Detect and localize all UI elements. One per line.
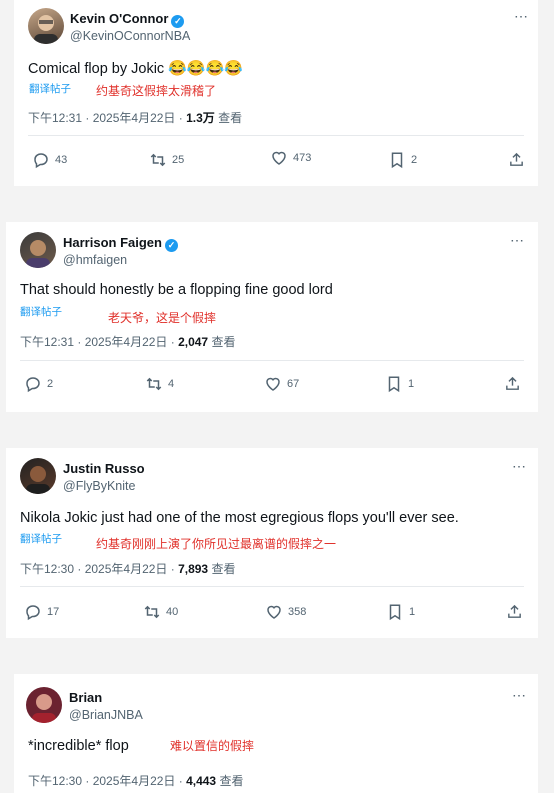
share-icon (506, 376, 519, 390)
share-button[interactable] (504, 375, 526, 392)
bookmark-icon (391, 152, 403, 169)
share-button[interactable] (506, 603, 528, 620)
translate-post-link[interactable]: 翻译帖子 (20, 304, 62, 319)
heart-icon (267, 605, 281, 619)
translation-annotation: 难以置信的假摔 (170, 739, 255, 753)
translate-post-link[interactable]: 翻译帖子 (20, 531, 62, 546)
heart-icon (272, 151, 286, 165)
retweet-count: 25 (172, 154, 185, 166)
tweet-meta: 下午12:30 · 2025年4月22日 · 7,893 查看 (20, 560, 235, 577)
share-icon (508, 604, 521, 618)
retweet-icon (144, 605, 160, 619)
view-count: 2,047 (178, 335, 209, 349)
reply-button[interactable]: 2 (24, 375, 53, 393)
reply-count: 2 (47, 378, 54, 390)
tweet-card-3: Justin Russo @FlyByKnite ⋯ Nikola Jokic … (6, 448, 538, 638)
display-name[interactable]: Justin Russo (63, 461, 145, 476)
view-count: 4,443 (186, 774, 217, 788)
view-label: 查看 (208, 335, 236, 349)
reply-icon (34, 153, 48, 169)
more-options-icon[interactable]: ⋯ (514, 8, 529, 25)
divider (20, 360, 524, 361)
divider (28, 135, 524, 136)
display-name[interactable]: Kevin O'Connor ✓ (70, 11, 185, 28)
view-count: 1.3万 (186, 111, 215, 125)
share-icon (510, 152, 523, 166)
tweet-meta: 下午12:31 · 2025年4月22日 · 1.3万 查看 (28, 109, 242, 126)
like-count: 473 (293, 152, 312, 164)
more-options-icon[interactable]: ⋯ (510, 232, 525, 249)
display-name[interactable]: Harrison Faigen ✓ (63, 235, 178, 252)
retweet-icon (150, 153, 166, 167)
tweet-text: Comical flop by Jokic 😂😂😂😂 (28, 59, 243, 77)
like-button[interactable]: 358 (265, 603, 306, 621)
view-label: 查看 (216, 774, 244, 788)
tweet-text-content: Comical flop by Jokic (28, 61, 165, 77)
reply-count: 43 (55, 154, 68, 166)
tweet-text: *incredible* flop (28, 738, 129, 754)
retweet-button[interactable]: 4 (145, 375, 174, 393)
divider (20, 586, 524, 587)
avatar[interactable] (20, 232, 56, 268)
user-handle[interactable]: @BrianJNBA (69, 708, 143, 722)
retweet-count: 40 (166, 606, 179, 618)
tweet-text: Nikola Jokic just had one of the most eg… (20, 510, 459, 526)
heart-icon (266, 377, 280, 391)
bookmark-count: 1 (408, 378, 415, 390)
bookmark-count: 1 (409, 606, 416, 618)
retweet-count: 4 (168, 378, 175, 390)
avatar[interactable] (26, 687, 62, 723)
retweet-icon (146, 377, 162, 391)
tweet-text: That should honestly be a flopping fine … (20, 282, 333, 298)
view-count: 7,893 (178, 562, 209, 576)
tweet-meta: 下午12:30 · 2025年4月22日 · 4,443 查看 (28, 772, 243, 789)
user-handle[interactable]: @hmfaigen (63, 253, 127, 267)
retweet-button[interactable]: 40 (143, 603, 178, 621)
translate-post-link[interactable]: 翻译帖子 (29, 81, 71, 96)
share-button[interactable] (508, 151, 530, 168)
view-label: 查看 (214, 111, 243, 125)
tweet-meta: 下午12:31 · 2025年4月22日 · 2,047 查看 (20, 333, 235, 350)
like-count: 67 (287, 378, 300, 390)
bookmark-icon (389, 604, 401, 621)
verified-badge-icon: ✓ (164, 239, 178, 252)
bookmark-icon (388, 376, 400, 393)
view-label: 查看 (208, 562, 236, 576)
timestamp[interactable]: 下午12:31 · 2025年4月22日 · (20, 335, 178, 349)
avatar[interactable] (28, 8, 64, 44)
tweet-card-4: Brian @BrianJNBA ⋯ *incredible* flop 难以置… (14, 674, 538, 793)
user-handle[interactable]: @KevinOConnorNBA (70, 29, 190, 43)
more-options-icon[interactable]: ⋯ (512, 687, 527, 704)
tweet-card-2: Harrison Faigen ✓ @hmfaigen ⋯ That should… (6, 222, 538, 412)
like-count: 358 (288, 606, 307, 618)
timestamp[interactable]: 下午12:30 · 2025年4月22日 · (28, 774, 186, 788)
display-name-text: Harrison Faigen (63, 235, 162, 250)
display-name-text: Kevin O'Connor (70, 11, 169, 26)
user-handle[interactable]: @FlyByKnite (63, 479, 135, 493)
retweet-button[interactable]: 25 (149, 151, 184, 169)
reply-button[interactable]: 17 (24, 603, 59, 621)
translation-annotation: 约基奇刚刚上演了你所见过最离谱的假摔之一 (96, 537, 337, 551)
reply-icon (26, 605, 40, 621)
verified-badge-icon: ✓ (171, 15, 185, 28)
display-name[interactable]: Brian (69, 690, 102, 705)
reply-count: 17 (47, 606, 60, 618)
tweet-card-1: Kevin O'Connor ✓ @KevinOConnorNBA ⋯ Comic… (14, 0, 538, 186)
reply-button[interactable]: 43 (32, 151, 67, 169)
bookmark-button[interactable]: 2 (388, 151, 417, 169)
bookmark-button[interactable]: 1 (386, 603, 415, 621)
like-button[interactable]: 67 (264, 375, 299, 393)
avatar[interactable] (20, 458, 56, 494)
translation-annotation: 约基奇这假摔太滑稽了 (96, 84, 217, 98)
timestamp[interactable]: 下午12:31 · 2025年4月22日 · (28, 111, 186, 125)
reply-icon (26, 377, 40, 393)
timestamp[interactable]: 下午12:30 · 2025年4月22日 · (20, 562, 178, 576)
more-options-icon[interactable]: ⋯ (512, 458, 527, 475)
like-button[interactable]: 473 (270, 149, 311, 167)
translation-annotation: 老天爷，这是个假摔 (108, 311, 217, 325)
bookmark-count: 2 (411, 154, 418, 166)
bookmark-button[interactable]: 1 (385, 375, 414, 393)
laughing-emoji-icon: 😂😂😂😂 (168, 60, 243, 77)
